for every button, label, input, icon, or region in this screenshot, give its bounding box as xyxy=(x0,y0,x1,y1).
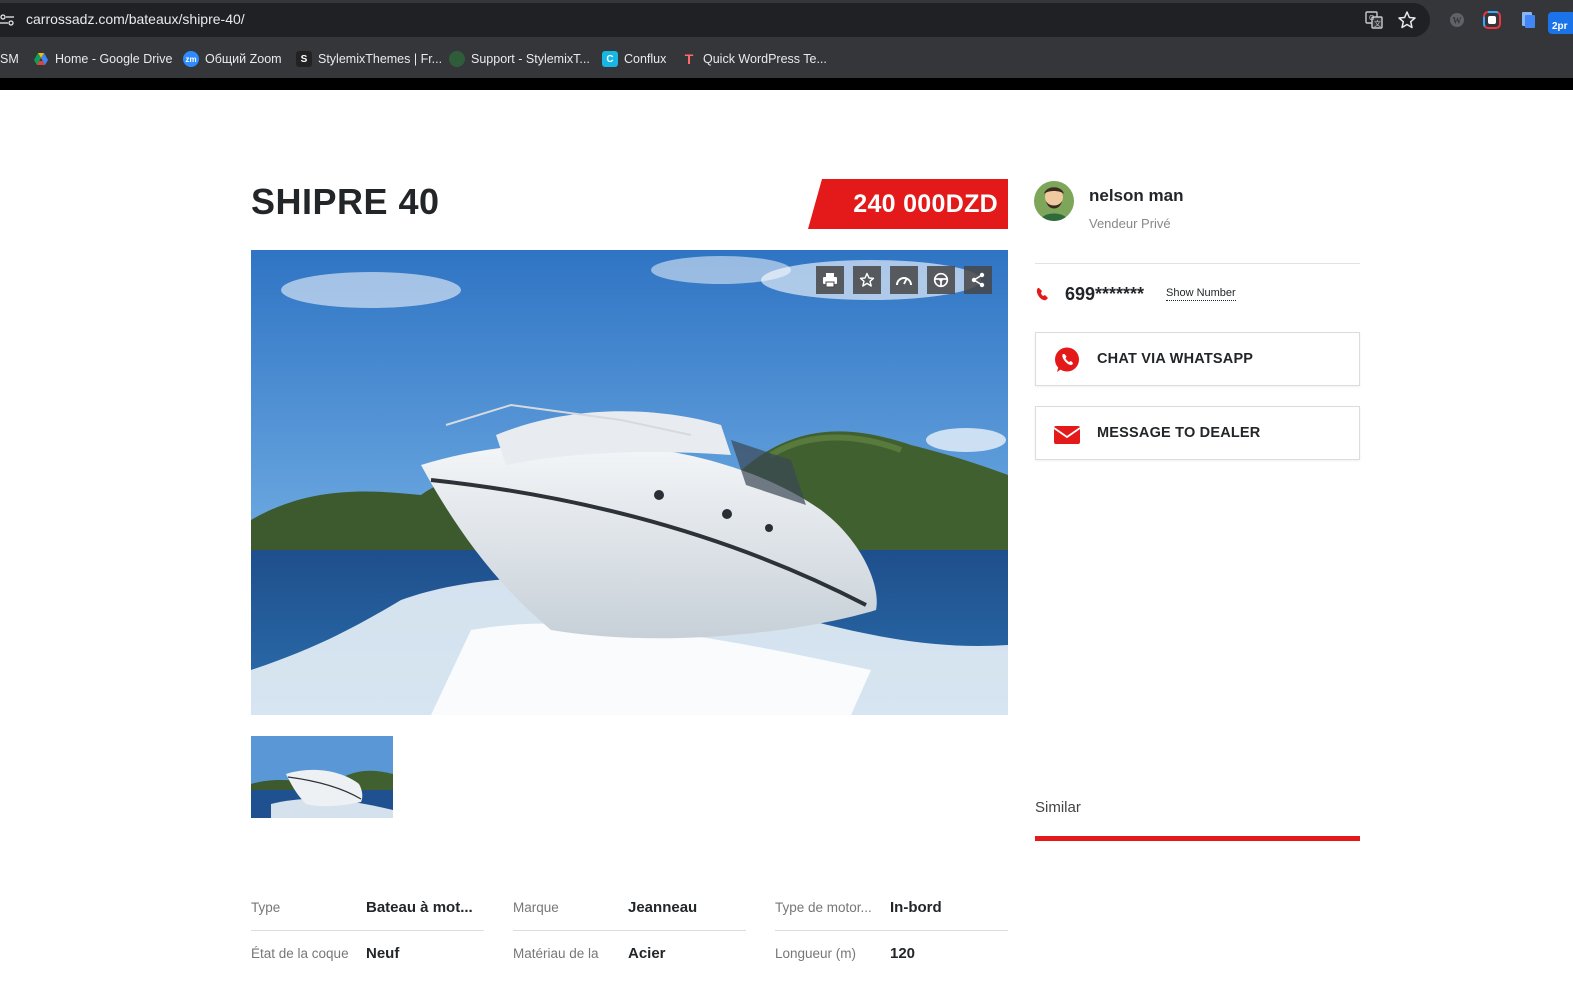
speedometer-icon xyxy=(896,277,912,286)
wordpress-extension-icon[interactable]: W xyxy=(1447,10,1467,30)
support-icon xyxy=(449,51,465,67)
conflux-icon: C xyxy=(602,51,618,67)
price-value: 240 000DZD xyxy=(853,190,998,218)
bookmark-support[interactable]: Support - StylemixT... xyxy=(449,49,590,69)
steering-wheel-icon xyxy=(933,272,949,288)
message-dealer-button[interactable]: MESSAGE TO DEALER xyxy=(1035,406,1360,460)
print-button[interactable] xyxy=(816,266,844,294)
svg-text:W: W xyxy=(1453,16,1462,26)
yacht-thumbnail xyxy=(251,736,393,818)
bookmark-google-drive[interactable]: Home - Google Drive xyxy=(33,49,172,69)
site-info-icon[interactable] xyxy=(0,13,14,27)
zoom-icon: zm xyxy=(183,51,199,67)
dealer-avatar[interactable] xyxy=(1034,181,1074,221)
similar-tab[interactable]: Similar xyxy=(1035,799,1081,816)
color-picker-extension-icon[interactable] xyxy=(1482,10,1502,30)
dealer-type: Vendeur Privé xyxy=(1089,216,1171,231)
whatsapp-icon xyxy=(1055,347,1079,372)
test-drive-button[interactable] xyxy=(927,266,955,294)
similar-underline xyxy=(1035,836,1360,841)
thumbnail-image[interactable] xyxy=(251,736,393,818)
site-header-bar xyxy=(0,78,1573,90)
extension-badge-icon[interactable]: 2pr xyxy=(1548,12,1573,34)
svg-text:文: 文 xyxy=(1374,19,1381,28)
dealer-name[interactable]: nelson man xyxy=(1089,186,1183,206)
browser-toolbar: carrossadz.com/bateaux/shipre-40/ G 文 W … xyxy=(0,0,1573,40)
google-drive-icon xyxy=(34,53,48,65)
whatsapp-label: CHAT VIA WHATSAPP xyxy=(1097,351,1254,367)
stylemix-icon: S xyxy=(296,51,312,67)
bookmark-conflux[interactable]: C Conflux xyxy=(602,49,666,69)
bookmark-sm[interactable]: SM xyxy=(0,49,19,69)
quick-wp-icon: T xyxy=(684,51,694,67)
compare-button[interactable] xyxy=(890,266,918,294)
bookmark-quick-wordpress[interactable]: T Quick WordPress Te... xyxy=(681,49,827,69)
message-dealer-label: MESSAGE TO DEALER xyxy=(1097,425,1261,441)
whatsapp-button[interactable]: CHAT VIA WHATSAPP xyxy=(1035,332,1360,386)
bookmark-stylemixthemes[interactable]: S StylemixThemes | Fr... xyxy=(296,49,442,69)
phone-number: 699******* xyxy=(1065,284,1145,304)
share-icon xyxy=(971,272,985,288)
image-toolbar xyxy=(816,266,992,294)
share-button[interactable] xyxy=(964,266,992,294)
document-extension-icon[interactable] xyxy=(1518,10,1538,30)
favorite-button[interactable] xyxy=(853,266,881,294)
translate-icon[interactable]: G 文 xyxy=(1364,10,1384,30)
bookmark-zoom[interactable]: zm Общий Zoom xyxy=(183,49,282,69)
price-badge: 240 000DZD xyxy=(808,179,1008,229)
avatar-icon xyxy=(1034,181,1074,221)
bookmark-star-icon[interactable] xyxy=(1397,10,1417,30)
show-number-link[interactable]: Show Number xyxy=(1166,287,1236,301)
phone-icon xyxy=(1036,288,1048,301)
bookmarks-bar: SM Home - Google Drive zm Общий Zoom S S… xyxy=(0,40,1573,78)
envelope-icon xyxy=(1053,426,1081,444)
yacht-photo xyxy=(251,250,1008,715)
listing-title: SHIPRE 40 xyxy=(251,181,440,222)
star-icon xyxy=(859,272,875,287)
print-icon xyxy=(823,273,837,288)
main-listing-image[interactable] xyxy=(251,250,1008,715)
url-text[interactable]: carrossadz.com/bateaux/shipre-40/ xyxy=(26,11,245,27)
sidebar-divider xyxy=(1035,263,1360,264)
